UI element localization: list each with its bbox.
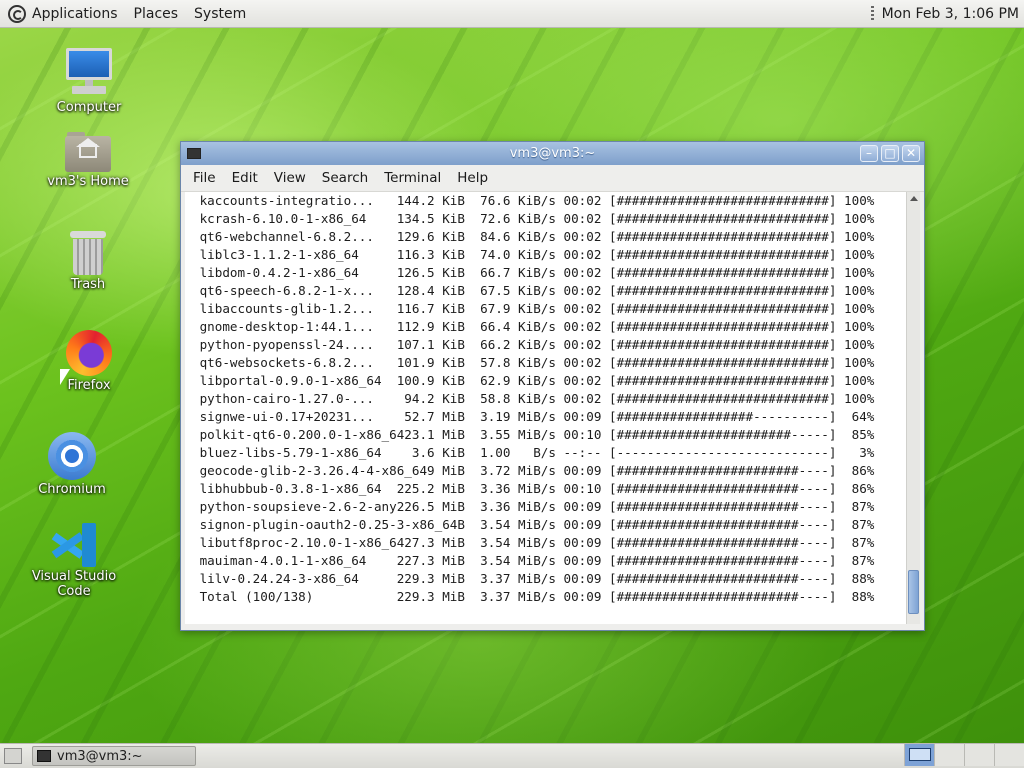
menu-help[interactable]: Help xyxy=(449,170,496,186)
maximize-button[interactable]: □ xyxy=(881,145,899,162)
workspace-switcher xyxy=(904,744,1024,768)
window-titlebar[interactable]: vm3@vm3:~ – □ ✕ xyxy=(181,142,924,165)
desktop-icon-label: Trash xyxy=(70,277,106,292)
top-panel-right: Mon Feb 3, 1:06 PM xyxy=(870,0,1024,27)
workspace-3[interactable] xyxy=(964,744,994,766)
terminal-line: qt6-websockets-6.8.2... 101.9 KiB 57.8 K… xyxy=(192,355,875,370)
clock[interactable]: Mon Feb 3, 1:06 PM xyxy=(882,6,1024,22)
terminal-line: liblc3-1.1.2-1-x86_64 116.3 KiB 74.0 KiB… xyxy=(192,247,875,262)
menu-edit[interactable]: Edit xyxy=(224,170,266,186)
distro-logo-icon xyxy=(8,4,26,23)
firefox-icon xyxy=(66,330,112,376)
top-panel: Applications Places System Mon Feb 3, 1:… xyxy=(0,0,1024,28)
terminal-line: mauiman-4.0.1-1-x86_64 227.3 MiB 3.54 Mi… xyxy=(192,553,875,568)
chromium-icon xyxy=(48,432,96,480)
home-folder-icon xyxy=(65,130,111,172)
applications-label: Applications xyxy=(32,5,118,22)
bottom-panel: vm3@vm3:~ xyxy=(0,743,1024,768)
trash-icon xyxy=(69,231,107,275)
places-menu[interactable]: Places xyxy=(126,0,187,27)
terminal-line: gnome-desktop-1:44.1... 112.9 KiB 66.4 K… xyxy=(192,319,875,334)
terminal-window[interactable]: vm3@vm3:~ – □ ✕ File Edit View Search Te… xyxy=(180,141,925,631)
terminal-line: qt6-speech-6.8.2-1-x... 128.4 KiB 67.5 K… xyxy=(192,283,875,298)
desktop-icon-vscode[interactable]: Visual Studio Code xyxy=(14,523,134,599)
terminal-line: libutf8proc-2.10.0-1-x86_6427.3 MiB 3.54… xyxy=(192,535,875,550)
menubar: File Edit View Search Terminal Help xyxy=(181,165,924,192)
desktop-icon-label: Chromium xyxy=(38,482,106,497)
workspace-1[interactable] xyxy=(904,744,934,766)
terminal-line: libhubbub-0.3.8-1-x86_64 225.2 MiB 3.36 … xyxy=(192,481,875,496)
menu-terminal[interactable]: Terminal xyxy=(376,170,449,186)
window-title: vm3@vm3:~ xyxy=(509,146,596,161)
mouse-cursor-icon xyxy=(60,369,70,385)
system-menu[interactable]: System xyxy=(186,0,254,27)
terminal-line: libportal-0.9.0-1-x86_64 100.9 KiB 62.9 … xyxy=(192,373,875,388)
workspace-2[interactable] xyxy=(934,744,964,766)
terminal-line: lilv-0.24.24-3-x86_64 229.3 MiB 3.37 MiB… xyxy=(192,571,875,586)
panel-separator-handle[interactable] xyxy=(870,5,874,22)
terminal-line: python-pyopenssl-24.... 107.1 KiB 66.2 K… xyxy=(192,337,875,352)
vscode-icon xyxy=(51,523,96,567)
terminal-line: signwe-ui-0.17+20231... 52.7 MiB 3.19 Mi… xyxy=(192,409,875,424)
workspace-4[interactable] xyxy=(994,744,1024,766)
desktop-icon-label: Visual Studio Code xyxy=(31,569,117,599)
taskbar-item-label: vm3@vm3:~ xyxy=(57,748,143,764)
scroll-up-arrow-icon[interactable] xyxy=(910,196,918,201)
desktop-icon-firefox[interactable]: Firefox xyxy=(29,330,149,393)
terminal-line: Total (100/138) 229.3 MiB 3.37 MiB/s 00:… xyxy=(192,589,875,604)
terminal-line: kaccounts-integratio... 144.2 KiB 76.6 K… xyxy=(192,193,875,208)
taskbar-item-terminal[interactable]: vm3@vm3:~ xyxy=(32,746,196,766)
desktop-icon-computer[interactable]: Computer xyxy=(29,46,149,115)
terminal-line: python-cairo-1.27.0-... 94.2 KiB 58.8 Ki… xyxy=(192,391,875,406)
terminal-line: libaccounts-glib-1.2... 116.7 KiB 67.9 K… xyxy=(192,301,875,316)
terminal-line: geocode-glib-2-3.26.4-4-x86_649 MiB 3.72… xyxy=(192,463,875,478)
menu-view[interactable]: View xyxy=(266,170,314,186)
terminal-output[interactable]: kaccounts-integratio... 144.2 KiB 76.6 K… xyxy=(185,192,906,624)
scrollbar-thumb[interactable] xyxy=(908,570,919,614)
desktop-icon-chromium[interactable]: Chromium xyxy=(12,432,132,497)
close-button[interactable]: ✕ xyxy=(902,145,920,162)
desktop-icon-trash[interactable]: Trash xyxy=(28,231,148,292)
applications-menu[interactable]: Applications xyxy=(0,0,126,27)
desktop-icon-home[interactable]: vm3's Home xyxy=(28,130,148,189)
desktop-icon-label: Firefox xyxy=(67,378,111,393)
terminal-line: polkit-qt6-0.200.0-1-x86_6423.1 MiB 3.55… xyxy=(192,427,875,442)
menu-search[interactable]: Search xyxy=(314,170,376,186)
menu-file[interactable]: File xyxy=(185,170,224,186)
computer-icon xyxy=(66,46,112,98)
terminal-line: signon-plugin-oauth2-0.25-3-x86_64B 3.54… xyxy=(192,517,875,532)
terminal-line: python-soupsieve-2.6-2-any226.5 MiB 3.36… xyxy=(192,499,875,514)
desktop-icon-label: Computer xyxy=(56,100,122,115)
show-desktop-button[interactable] xyxy=(4,748,22,764)
terminal-scrollbar[interactable] xyxy=(906,192,920,624)
terminal-icon xyxy=(37,750,51,762)
terminal-line: libdom-0.4.2-1-x86_64 126.5 KiB 66.7 KiB… xyxy=(192,265,875,280)
terminal-line: kcrash-6.10.0-1-x86_64 134.5 KiB 72.6 Ki… xyxy=(192,211,875,226)
minimize-button[interactable]: – xyxy=(860,145,878,162)
desktop-icon-label: vm3's Home xyxy=(47,174,129,189)
terminal-line: bluez-libs-5.79-1-x86_64 3.6 KiB 1.00 B/… xyxy=(192,445,875,460)
terminal-line: qt6-webchannel-6.8.2... 129.6 KiB 84.6 K… xyxy=(192,229,875,244)
